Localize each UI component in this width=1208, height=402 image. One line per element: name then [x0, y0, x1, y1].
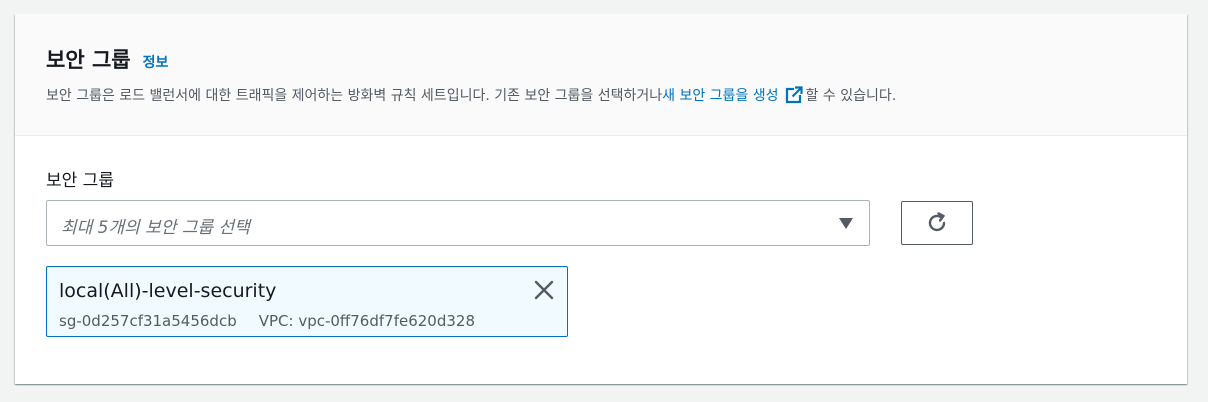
selected-security-group-token: local(All)-level-security sg-0d257cf31a5… — [46, 266, 568, 337]
security-group-panel: 보안 그룹 정보 보안 그룹은 로드 밸런서에 대한 트래픽을 제어하는 방화벽… — [15, 14, 1187, 384]
external-link-icon — [785, 86, 803, 104]
token-meta: sg-0d257cf31a5456dcb VPC: vpc-0ff76df7fe6… — [59, 312, 475, 330]
description-suffix: 할 수 있습니다. — [805, 88, 897, 104]
refresh-icon — [928, 212, 946, 232]
create-security-group-link-label: 새 보안 그룹을 생성 — [662, 88, 779, 104]
select-placeholder: 최대 5개의 보안 그룹 선택 — [61, 218, 250, 238]
token-group-id: sg-0d257cf31a5456dcb — [59, 312, 237, 330]
close-icon — [534, 280, 554, 300]
refresh-button[interactable] — [901, 201, 973, 245]
section-title: 보안 그룹 — [46, 48, 131, 72]
caret-down-icon — [839, 218, 853, 229]
description-prefix: 보안 그룹은 로드 밸런서에 대한 트래픽을 제어하는 방화벽 규칙 세트입니다… — [46, 88, 663, 104]
security-group-select[interactable]: 최대 5개의 보안 그룹 선택 — [46, 200, 870, 246]
info-link[interactable]: 정보 — [143, 52, 169, 72]
panel-header: 보안 그룹 정보 보안 그룹은 로드 밸런서에 대한 트래픽을 제어하는 방화벽… — [15, 14, 1187, 136]
create-security-group-link[interactable]: 새 보안 그룹을 생성 — [662, 85, 805, 105]
section-description: 보안 그룹은 로드 밸런서에 대한 트래픽을 제어하는 방화벽 규칙 세트입니다… — [46, 85, 896, 105]
token-group-name: local(All)-level-security — [59, 280, 277, 302]
remove-token-button[interactable] — [531, 277, 557, 303]
token-group-vpc: VPC: vpc-0ff76df7fe620d328 — [258, 312, 475, 330]
security-group-field-label: 보안 그룹 — [46, 171, 114, 191]
title-row: 보안 그룹 정보 — [46, 44, 168, 74]
